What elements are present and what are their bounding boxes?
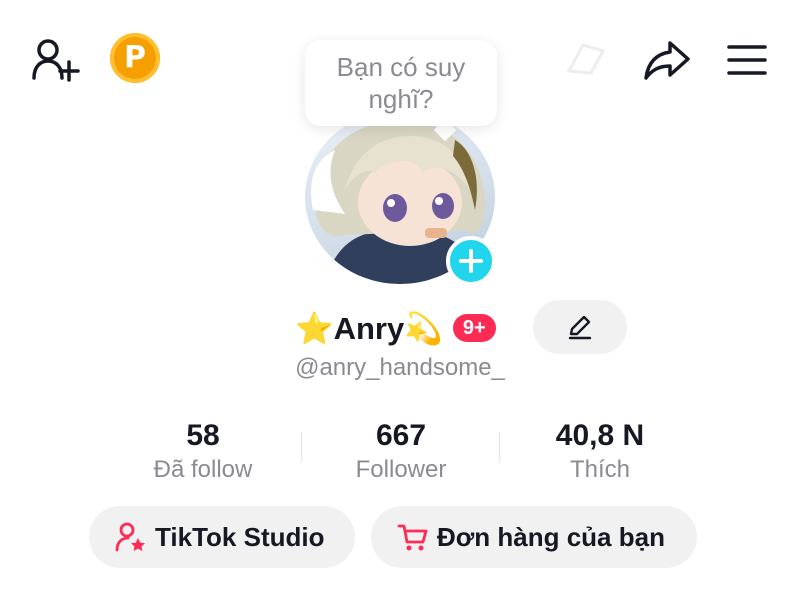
stat-following[interactable]: 58 Đã follow	[103, 418, 303, 486]
tiktok-studio-button[interactable]: TikTok Studio	[89, 506, 355, 568]
share-arrow-icon	[644, 41, 690, 80]
coin-button[interactable]: P	[110, 33, 160, 83]
add-avatar-button[interactable]	[446, 236, 496, 286]
add-friend-button[interactable]	[28, 34, 84, 84]
display-name: ⭐Anry💫	[295, 310, 443, 346]
stat-followers-value: 667	[375, 419, 427, 452]
share-button[interactable]	[640, 36, 694, 84]
user-star-icon	[115, 522, 145, 552]
stat-likes[interactable]: 40,8 N Thích	[500, 418, 700, 486]
menu-button[interactable]	[722, 38, 772, 82]
thought-bubble[interactable]: Bạn có suy nghĩ?	[305, 40, 497, 126]
faded-icon[interactable]	[560, 35, 612, 79]
notification-badge[interactable]: 9+	[452, 314, 496, 342]
hamburger-menu-icon	[727, 45, 767, 75]
name-row: ⭐Anry💫 9+	[295, 306, 496, 350]
your-orders-label: Đơn hàng của bạn	[437, 521, 665, 552]
add-user-icon	[32, 39, 80, 82]
username: @anry_handsome_	[295, 354, 505, 381]
stat-likes-label: Thích	[569, 456, 631, 483]
your-orders-button[interactable]: Đơn hàng của bạn	[371, 506, 697, 568]
stat-likes-value: 40,8 N	[555, 419, 645, 452]
pencil-icon	[568, 315, 592, 340]
bubble-line-1: Bạn có suy	[336, 52, 466, 82]
coin-label: P	[124, 40, 146, 75]
bubble-line-2: nghĩ?	[368, 84, 434, 114]
stat-followers-label: Follower	[355, 456, 447, 483]
tiktok-studio-label: TikTok Studio	[155, 521, 325, 552]
stat-following-label: Đã follow	[153, 456, 253, 483]
stat-followers[interactable]: 667 Follower	[301, 418, 501, 486]
stat-following-value: 58	[186, 419, 220, 452]
shopping-cart-icon	[397, 524, 428, 551]
plus-icon	[459, 249, 483, 273]
edit-profile-button[interactable]	[533, 300, 627, 354]
